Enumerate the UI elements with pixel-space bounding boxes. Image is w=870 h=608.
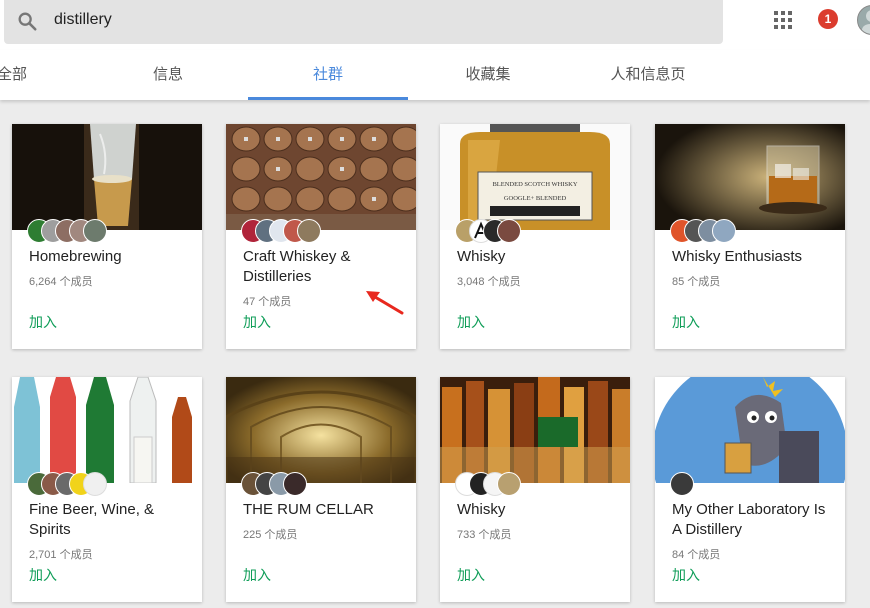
tab-communities[interactable]: 社群 xyxy=(288,50,368,100)
member-count: 84 个成员 xyxy=(672,549,721,561)
tab-people-pages[interactable]: 人和信息页 xyxy=(598,50,698,100)
search-box[interactable]: distillery xyxy=(4,0,723,44)
community-cover-image xyxy=(655,377,845,483)
community-name[interactable]: Whisky xyxy=(457,247,622,267)
join-button[interactable]: 加入 xyxy=(457,312,485,332)
community-cover-image xyxy=(440,377,630,483)
join-button[interactable]: 加入 xyxy=(243,565,271,585)
top-bar: distillery 1 xyxy=(0,0,870,50)
community-card[interactable]: THE RUM CELLAR 225 个成员 加入 xyxy=(226,377,416,602)
active-tab-indicator xyxy=(248,97,408,100)
notification-badge[interactable]: 1 xyxy=(818,9,838,29)
member-count: 2,701 个成员 xyxy=(29,549,93,561)
community-cover-image xyxy=(226,377,416,483)
tab-posts[interactable]: 信息 xyxy=(128,50,208,100)
annotation-arrow-icon xyxy=(366,291,404,315)
apps-grid-icon[interactable] xyxy=(773,10,793,30)
member-count: 6,264 个成员 xyxy=(29,276,93,288)
join-button[interactable]: 加入 xyxy=(457,565,485,585)
bottle-label-line1: BLENDED SCOTCH WHISKY xyxy=(492,181,577,188)
search-icon xyxy=(18,12,37,31)
join-button[interactable]: 加入 xyxy=(29,565,57,585)
user-avatar[interactable] xyxy=(857,5,870,35)
community-card[interactable]: My Other Laboratory Is A Distillery 84 个… xyxy=(655,377,845,602)
community-name[interactable]: Homebrewing xyxy=(29,247,194,267)
member-count: 85 个成员 xyxy=(672,276,721,288)
result-tabs: 全部 信息 社群 收藏集 人和信息页 xyxy=(0,50,870,100)
community-name[interactable]: My Other Laboratory Is A Distillery xyxy=(672,500,837,540)
tab-collections[interactable]: 收藏集 xyxy=(448,50,528,100)
community-cover-image xyxy=(655,124,845,230)
search-input[interactable]: distillery xyxy=(54,11,112,29)
community-name[interactable]: Whisky Enthusiasts xyxy=(672,247,837,267)
join-button[interactable]: 加入 xyxy=(672,565,700,585)
community-cover-image xyxy=(12,124,202,230)
member-count: 225 个成员 xyxy=(243,529,298,541)
tab-all[interactable]: 全部 xyxy=(0,50,52,100)
community-card[interactable]: Whisky 733 个成员 加入 xyxy=(440,377,630,602)
bottle-label-line2: GOOGLE+ BLENDED xyxy=(504,195,567,202)
community-name[interactable]: Fine Beer, Wine, & Spirits xyxy=(29,500,194,540)
member-count: 733 个成员 xyxy=(457,529,512,541)
community-cover-image xyxy=(226,124,416,230)
community-card[interactable]: BLENDED SCOTCH WHISKY GOOGLE+ BLENDED Wh… xyxy=(440,124,630,349)
join-button[interactable]: 加入 xyxy=(29,312,57,332)
member-count: 3,048 个成员 xyxy=(457,276,521,288)
community-card[interactable]: Whisky Enthusiasts 85 个成员 加入 xyxy=(655,124,845,349)
community-name[interactable]: Whisky xyxy=(457,500,622,520)
community-card[interactable]: Fine Beer, Wine, & Spirits 2,701 个成员 加入 xyxy=(12,377,202,602)
community-name[interactable]: Craft Whiskey & Distilleries xyxy=(243,247,408,287)
join-button[interactable]: 加入 xyxy=(672,312,700,332)
community-cover-image: BLENDED SCOTCH WHISKY GOOGLE+ BLENDED xyxy=(440,124,630,230)
community-cover-image xyxy=(12,377,202,483)
community-name[interactable]: THE RUM CELLAR xyxy=(243,500,408,520)
community-card[interactable]: Homebrewing 6,264 个成员 加入 xyxy=(12,124,202,349)
join-button[interactable]: 加入 xyxy=(243,312,271,332)
member-count: 47 个成员 xyxy=(243,296,292,308)
